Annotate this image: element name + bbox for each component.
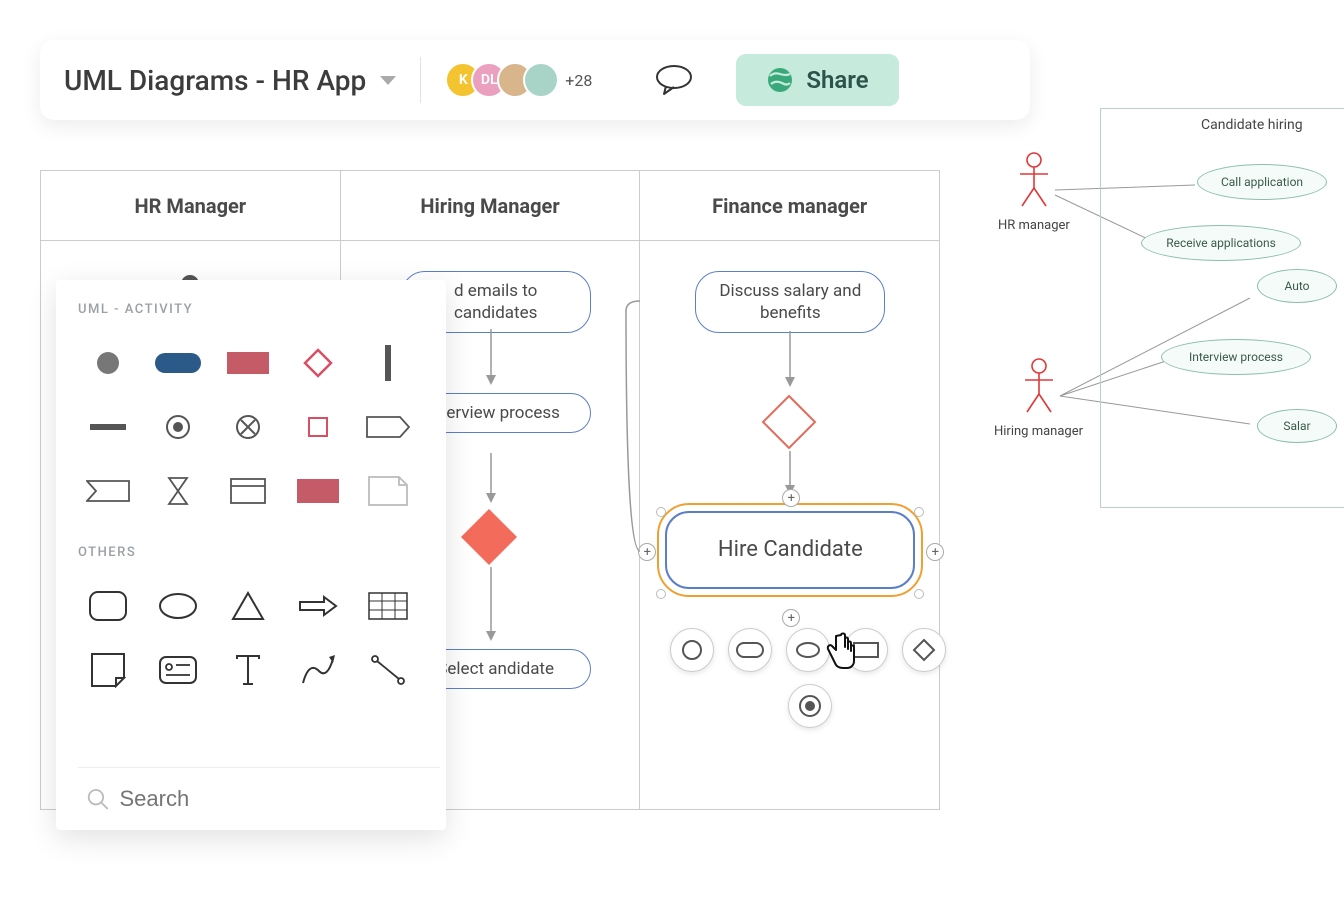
actor-label: HR manager	[998, 218, 1070, 233]
shape-send-signal-icon[interactable]	[358, 397, 418, 457]
shape-triangle-icon[interactable]	[218, 576, 278, 636]
lane-header: Finance manager	[640, 171, 939, 241]
resize-handle[interactable]	[914, 589, 924, 599]
palette-section-others: OTHERS	[78, 545, 440, 560]
resize-handle[interactable]	[656, 507, 666, 517]
separator	[420, 57, 421, 103]
shape-sticky-note-icon[interactable]	[78, 640, 138, 700]
shape-receive-signal-icon[interactable]	[78, 461, 138, 521]
activity-hire-candidate-selected[interactable]: Hire Candidate	[665, 511, 915, 589]
collaborator-avatars[interactable]: K DL +28	[445, 62, 592, 98]
palette-section-uml: UML - ACTIVITY	[78, 302, 440, 317]
quick-shape-toolbar-row2	[788, 684, 832, 728]
uml-activity-shapes	[78, 333, 440, 521]
resize-handle[interactable]	[914, 507, 924, 517]
shape-object-node-icon[interactable]	[288, 397, 348, 457]
shape-note-icon[interactable]	[358, 461, 418, 521]
quick-shape-diamond[interactable]	[902, 628, 946, 672]
quick-shape-toolbar	[670, 628, 946, 672]
lane-header: HR Manager	[41, 171, 340, 241]
title-dropdown-icon[interactable]	[380, 76, 396, 85]
actor-label: Hiring manager	[994, 424, 1083, 439]
shape-card-icon[interactable]	[148, 640, 208, 700]
globe-icon	[766, 66, 794, 94]
usecase-title: Candidate hiring	[1201, 117, 1303, 133]
shape-flow-final-icon[interactable]	[218, 397, 278, 457]
document-title[interactable]: UML Diagrams - HR App	[64, 64, 366, 97]
top-toolbar: UML Diagrams - HR App K DL +28 Share	[40, 40, 1030, 120]
other-shapes	[78, 576, 440, 700]
stick-figure-icon	[1021, 358, 1057, 414]
usecase-salary[interactable]: Salar	[1257, 409, 1337, 443]
usecase-call-applications[interactable]: Call application	[1197, 164, 1327, 200]
shape-time-event-icon[interactable]	[148, 461, 208, 521]
shape-partition-icon[interactable]	[218, 461, 278, 521]
hand-cursor-icon	[822, 628, 860, 672]
usecase-receive-applications[interactable]: Receive applications	[1141, 225, 1301, 261]
shape-text-icon[interactable]	[218, 640, 278, 700]
palette-search[interactable]	[78, 767, 440, 830]
avatar[interactable]	[523, 62, 559, 98]
shape-fork-bar-icon[interactable]	[358, 333, 418, 393]
usecase-auto[interactable]: Auto	[1257, 269, 1337, 303]
shape-final-node-icon[interactable]	[148, 397, 208, 457]
activity-discuss-salary[interactable]: Discuss salary and benefits	[695, 271, 885, 333]
shape-table-icon[interactable]	[358, 576, 418, 636]
usecase-interview-process[interactable]: Interview process	[1161, 339, 1311, 375]
shape-join-bar-icon[interactable]	[78, 397, 138, 457]
shape-initial-node-icon[interactable]	[78, 333, 138, 393]
add-connector-top[interactable]: +	[782, 489, 800, 507]
usecase-frame[interactable]: Candidate hiring Call application Receiv…	[1100, 108, 1344, 508]
add-connector-left[interactable]: +	[638, 543, 656, 561]
shape-rounded-rect-icon[interactable]	[78, 576, 138, 636]
lane-header: Hiring Manager	[341, 171, 640, 241]
comment-button[interactable]	[652, 58, 696, 102]
stick-figure-icon	[1016, 152, 1052, 208]
shape-action-icon[interactable]	[218, 333, 278, 393]
share-label: Share	[806, 66, 868, 94]
resize-handle[interactable]	[656, 589, 666, 599]
quick-shape-rounded[interactable]	[728, 628, 772, 672]
actor-hiring-manager[interactable]: Hiring manager	[994, 358, 1083, 439]
quick-shape-end-node[interactable]	[788, 684, 832, 728]
shape-palette: UML - ACTIVITY OTHERS	[56, 280, 446, 830]
search-icon	[86, 786, 109, 812]
add-connector-bottom[interactable]: +	[782, 609, 800, 627]
shape-activity-icon[interactable]	[148, 333, 208, 393]
quick-shape-circle[interactable]	[670, 628, 714, 672]
speech-bubble-icon	[654, 64, 694, 96]
shape-expansion-region-icon[interactable]	[288, 461, 348, 521]
add-connector-right[interactable]: +	[926, 543, 944, 561]
decision-diamond-outline-icon[interactable]	[760, 393, 818, 451]
shape-arrow-icon[interactable]	[288, 576, 348, 636]
share-button[interactable]: Share	[736, 54, 898, 106]
shape-ellipse-icon[interactable]	[148, 576, 208, 636]
shape-connector-icon[interactable]	[358, 640, 418, 700]
decision-diamond-icon[interactable]	[459, 507, 519, 567]
shape-decision-icon[interactable]	[288, 333, 348, 393]
search-input[interactable]	[119, 786, 432, 812]
shape-freehand-icon[interactable]	[288, 640, 348, 700]
avatar-overflow-count[interactable]: +28	[565, 71, 592, 90]
actor-hr-manager[interactable]: HR manager	[998, 152, 1070, 233]
